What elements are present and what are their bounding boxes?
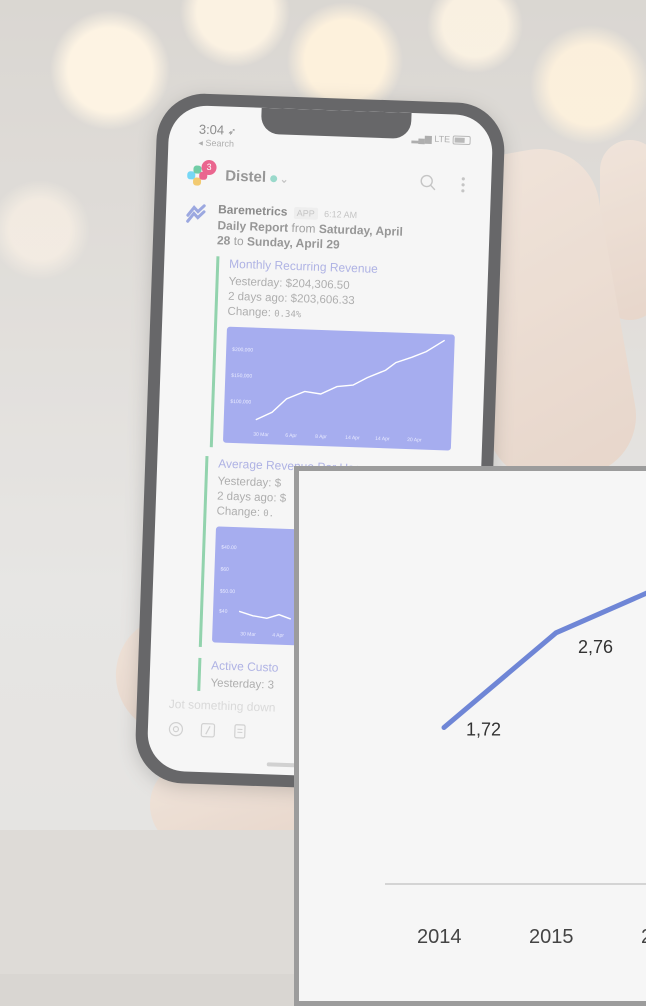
- x-tick-label: 2014: [417, 926, 462, 948]
- data-point: [443, 726, 445, 728]
- series-line: [444, 584, 646, 728]
- x-tick-label: 2015: [529, 926, 574, 948]
- data-label: 1,72: [466, 719, 501, 739]
- x-tick-label: 2016: [641, 926, 646, 948]
- line-chart: 1,72 2,76 2014 2015 2016: [299, 471, 646, 1001]
- chart-card: 1,72 2,76 2014 2015 2016: [294, 466, 646, 1006]
- data-point: [555, 632, 557, 634]
- data-label: 2,76: [578, 637, 613, 657]
